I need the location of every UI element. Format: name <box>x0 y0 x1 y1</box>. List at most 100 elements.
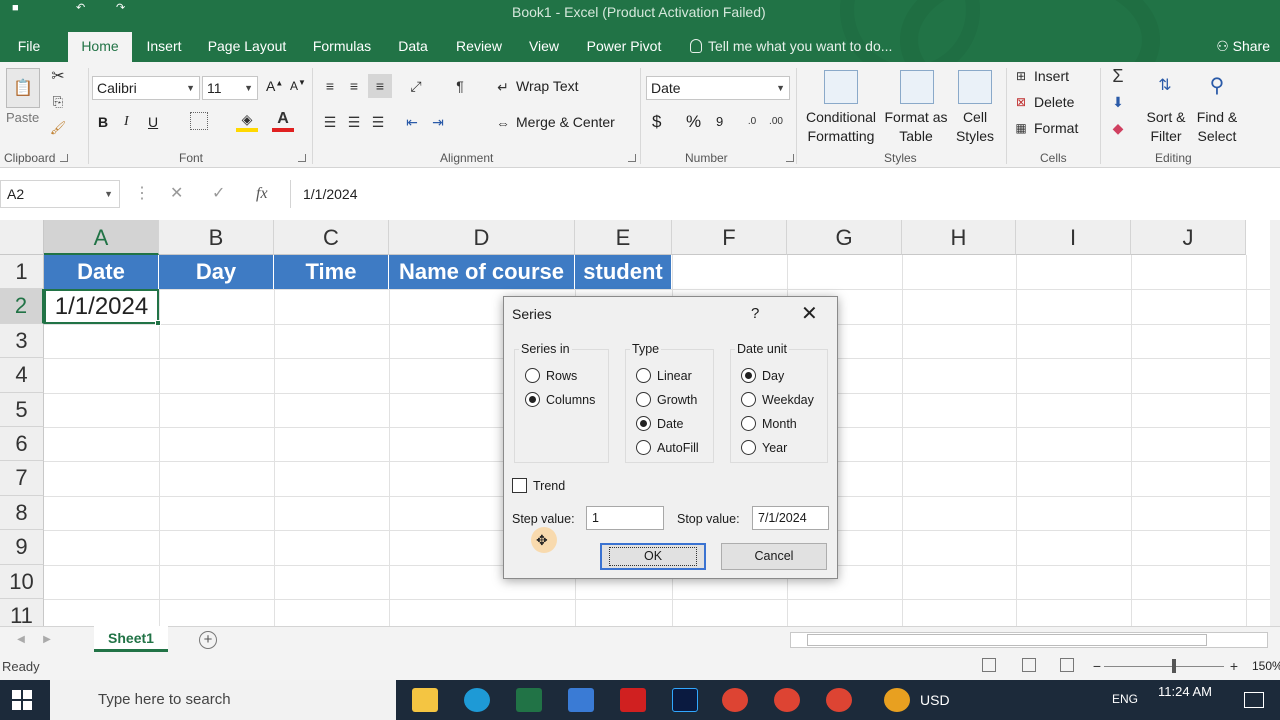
tab-insert[interactable]: Insert <box>140 32 188 62</box>
currency-widget-icon[interactable] <box>884 688 910 712</box>
zoom-out-icon[interactable]: − <box>1092 658 1102 674</box>
column-header[interactable]: J <box>1131 220 1246 255</box>
tab-data[interactable]: Data <box>390 32 436 62</box>
page-break-view-icon[interactable] <box>1060 658 1074 672</box>
cell-styles-icon[interactable] <box>958 70 992 104</box>
row-header[interactable]: 2 <box>0 289 44 324</box>
edge-icon[interactable] <box>464 688 490 712</box>
page-layout-view-icon[interactable] <box>1022 658 1036 672</box>
fill-handle[interactable] <box>155 320 161 326</box>
chrome-icon[interactable] <box>722 688 748 712</box>
clock[interactable]: 11:24 AM <box>1150 684 1220 699</box>
align-right-icon[interactable]: ☰ <box>368 112 388 132</box>
conditional-formatting-icon[interactable] <box>824 70 858 104</box>
chrome-icon[interactable] <box>826 688 852 712</box>
normal-view-icon[interactable] <box>982 658 996 672</box>
autosum-icon[interactable]: Σ <box>1108 66 1128 86</box>
scroll-right-icon[interactable]: ▶ <box>40 631 54 647</box>
number-format-select[interactable]: Date ▼ <box>646 76 790 100</box>
tab-page-layout[interactable]: Page Layout <box>200 32 294 62</box>
decrease-decimal-icon[interactable]: .00 <box>766 112 786 130</box>
increase-font-icon[interactable]: A▲ <box>266 78 283 94</box>
column-header[interactable]: F <box>672 220 787 255</box>
excel-icon[interactable] <box>516 688 542 712</box>
cancel-button[interactable]: Cancel <box>721 543 827 570</box>
name-box[interactable]: A2 ▼ <box>0 180 120 208</box>
row-header[interactable]: 7 <box>0 461 44 496</box>
stop-value-input[interactable]: 7/1/2024 <box>752 506 829 530</box>
wrap-text-button[interactable]: Wrap Text <box>516 78 579 94</box>
row-header[interactable]: 11 <box>0 599 44 626</box>
orientation-icon[interactable]: ⤢ <box>404 76 428 96</box>
cut-icon[interactable]: ✂ <box>50 68 66 85</box>
borders-icon[interactable] <box>190 112 208 130</box>
zoom-slider-thumb[interactable] <box>1172 659 1176 673</box>
bold-button[interactable]: B <box>98 114 108 130</box>
windows-start-icon[interactable] <box>12 690 32 710</box>
row-header[interactable]: 4 <box>0 358 44 393</box>
tab-view[interactable]: View <box>522 32 566 62</box>
decrease-indent-icon[interactable]: ⇤ <box>402 112 422 132</box>
align-middle-icon[interactable]: ≡ <box>344 76 364 96</box>
radio-growth[interactable]: Growth <box>636 392 697 407</box>
radio-linear[interactable]: Linear <box>636 368 692 383</box>
align-left-icon[interactable]: ☰ <box>320 112 340 132</box>
radio-month[interactable]: Month <box>741 416 797 431</box>
sheet-tab-sheet1[interactable]: Sheet1 <box>94 626 168 652</box>
trend-checkbox[interactable]: Trend <box>512 478 565 493</box>
mail-icon[interactable] <box>568 688 594 712</box>
copy-icon[interactable]: ⎘ <box>50 94 66 110</box>
tell-me-search[interactable]: Tell me what you want to do... <box>690 32 892 62</box>
row-header[interactable]: 5 <box>0 392 44 427</box>
tab-review[interactable]: Review <box>450 32 508 62</box>
align-top-icon[interactable]: ≡ <box>320 76 340 96</box>
radio-date[interactable]: Date <box>636 416 683 431</box>
format-painter-icon[interactable]: 🖌 <box>50 120 67 136</box>
share-button[interactable]: ⚇ Share <box>1216 32 1270 62</box>
ok-button[interactable]: OK <box>600 543 706 570</box>
delete-button[interactable]: Delete <box>1034 94 1074 110</box>
header-cell-student[interactable]: student <box>575 255 672 289</box>
increase-decimal-icon[interactable]: .0 <box>742 112 762 130</box>
clipboard-dialog-launcher-icon[interactable] <box>60 154 68 162</box>
file-explorer-icon[interactable] <box>412 688 438 712</box>
tab-home[interactable]: Home <box>68 32 132 62</box>
column-header[interactable]: G <box>787 220 902 255</box>
column-header[interactable]: I <box>1016 220 1131 255</box>
magnifier-icon[interactable]: ⚲ <box>1200 68 1234 102</box>
row-header[interactable]: 1 <box>0 255 44 290</box>
header-cell-day[interactable]: Day <box>159 255 274 289</box>
format-as-table-button[interactable]: Format as Table <box>880 108 952 146</box>
enter-icon[interactable]: ✓ <box>212 180 225 208</box>
header-cell-name-of-course[interactable]: Name of course <box>389 255 575 289</box>
language-indicator[interactable]: ENG <box>1112 692 1138 706</box>
row-header[interactable]: 9 <box>0 530 44 565</box>
select-all-button[interactable] <box>0 220 44 255</box>
conditional-formatting-button[interactable]: Conditional Formatting <box>800 108 882 146</box>
align-center-icon[interactable]: ☰ <box>344 112 364 132</box>
zoom-slider-track[interactable] <box>1104 666 1224 667</box>
zoom-in-icon[interactable]: + <box>1228 658 1240 674</box>
vertical-scrollbar[interactable] <box>1270 220 1280 626</box>
fill-icon[interactable]: ⬇ <box>1108 92 1128 112</box>
save-icon[interactable]: ■ <box>12 3 22 14</box>
column-header[interactable]: H <box>902 220 1016 255</box>
font-dialog-launcher-icon[interactable] <box>298 154 306 162</box>
clear-icon[interactable]: ◆ <box>1108 118 1128 138</box>
cell-styles-button[interactable]: Cell Styles <box>950 108 1000 146</box>
chrome-icon[interactable] <box>774 688 800 712</box>
header-cell-date[interactable]: Date <box>44 255 159 289</box>
undo-icon[interactable]: ↶ <box>76 3 86 14</box>
percent-button[interactable]: % <box>686 112 701 132</box>
find-select-button[interactable]: Find & Select <box>1190 108 1244 146</box>
radio-weekday[interactable]: Weekday <box>741 392 814 407</box>
column-header[interactable]: B <box>159 220 274 255</box>
paste-icon[interactable]: 📋 <box>6 68 40 108</box>
radio-year[interactable]: Year <box>741 440 787 455</box>
font-name-select[interactable]: Calibri ▼ <box>92 76 200 100</box>
radio-rows[interactable]: Rows <box>525 368 577 383</box>
zoom-level[interactable]: 150% <box>1252 659 1280 673</box>
step-value-input[interactable]: 1 <box>586 506 664 530</box>
paste-label[interactable]: Paste <box>6 110 39 125</box>
increase-indent-icon[interactable]: ⇥ <box>428 112 448 132</box>
